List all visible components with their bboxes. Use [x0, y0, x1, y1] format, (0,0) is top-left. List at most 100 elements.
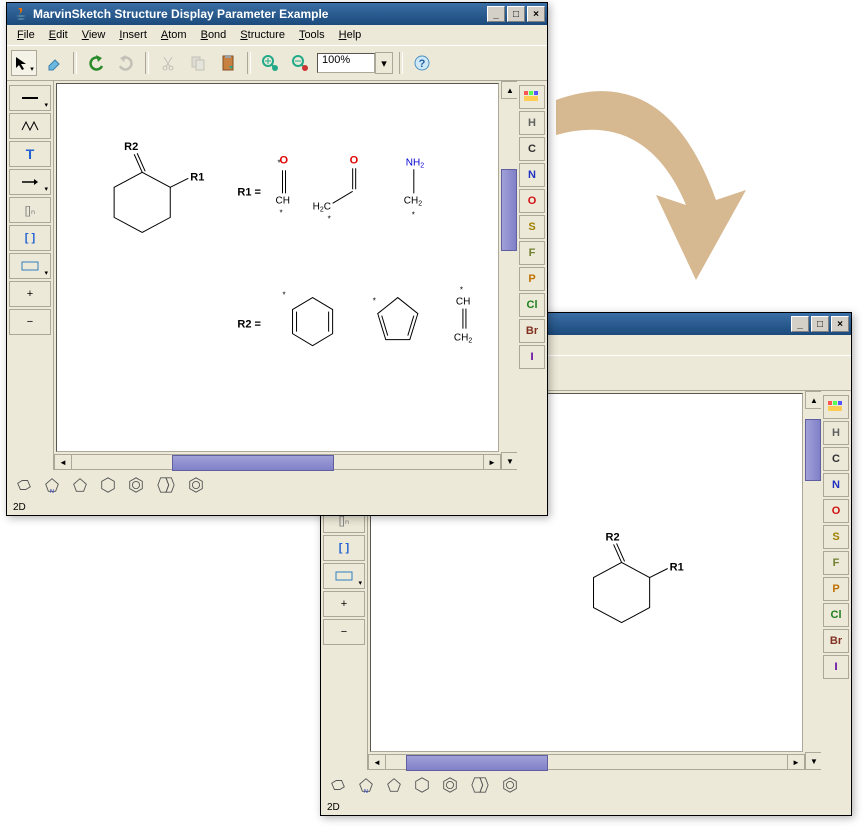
maximize-button[interactable]: □ [507, 6, 525, 22]
scroll-right-button[interactable]: ► [787, 754, 805, 770]
zoom-out-button[interactable] [287, 50, 313, 76]
horizontal-scrollbar[interactable]: ◄ ► [54, 454, 501, 470]
vertical-scrollbar[interactable]: ▲ ▼ [805, 391, 821, 770]
ring-cyclohexane-chair[interactable] [329, 776, 347, 794]
ring-benzene-alt[interactable] [187, 476, 205, 494]
ring-cyclohexane[interactable] [99, 476, 117, 494]
element-O[interactable]: O [519, 189, 545, 213]
ring-cyclohexane[interactable] [413, 776, 431, 794]
periodic-table-button[interactable] [519, 85, 545, 109]
ring-cyclopentane[interactable] [385, 776, 403, 794]
menu-view[interactable]: View [76, 27, 112, 43]
rgroup-tool[interactable]: []ₙ [9, 197, 51, 223]
ring-pyrrole[interactable]: N [357, 776, 375, 794]
charge-minus-tool[interactable]: − [323, 619, 365, 645]
transition-arrow [536, 80, 776, 300]
menu-bond[interactable]: Bond [195, 27, 233, 43]
text-tool[interactable]: T [9, 141, 51, 167]
title-bar[interactable]: MarvinSketch Structure Display Parameter… [7, 3, 547, 25]
element-Br[interactable]: Br [823, 629, 849, 653]
element-S[interactable]: S [823, 525, 849, 549]
bracket-tool[interactable]: [ ] [9, 225, 51, 251]
svg-text:CH2: CH2 [454, 333, 472, 345]
ring-benzene-alt[interactable] [501, 776, 519, 794]
element-O[interactable]: O [823, 499, 849, 523]
vertical-scrollbar[interactable]: ▲ ▼ [501, 81, 517, 470]
cut-button[interactable] [155, 50, 181, 76]
element-Br[interactable]: Br [519, 319, 545, 343]
element-P[interactable]: P [519, 267, 545, 291]
element-N[interactable]: N [823, 473, 849, 497]
ring-benzene[interactable] [127, 476, 145, 494]
element-Cl[interactable]: Cl [823, 603, 849, 627]
charge-minus-tool[interactable]: − [9, 309, 51, 335]
frame-tool[interactable] [9, 253, 51, 279]
svg-text:H2C: H2C [313, 201, 331, 213]
redo-button[interactable] [113, 50, 139, 76]
erase-tool[interactable] [41, 50, 67, 76]
bracket-tool[interactable]: [ ] [323, 535, 365, 561]
copy-button[interactable] [185, 50, 211, 76]
ring-pyrrole[interactable]: N [43, 476, 61, 494]
scroll-left-button[interactable]: ◄ [368, 754, 386, 770]
menu-insert[interactable]: Insert [113, 27, 153, 43]
element-H[interactable]: H [823, 421, 849, 445]
main-toolbar: ▾ 100% ▾ ? [7, 45, 547, 81]
periodic-table-button[interactable] [823, 395, 849, 419]
element-C[interactable]: C [519, 137, 545, 161]
minimize-button[interactable]: _ [791, 316, 809, 332]
undo-button[interactable] [83, 50, 109, 76]
menu-structure[interactable]: Structure [234, 27, 291, 43]
arrow-tool[interactable] [9, 169, 51, 195]
element-P[interactable]: P [823, 577, 849, 601]
svg-text:R2 =: R2 = [237, 319, 261, 331]
paste-button[interactable] [215, 50, 241, 76]
svg-text:N: N [364, 789, 368, 794]
svg-text:O: O [280, 154, 289, 166]
svg-text:*: * [460, 286, 463, 295]
help-button[interactable]: ? [409, 50, 435, 76]
element-I[interactable]: I [519, 345, 545, 369]
element-N[interactable]: N [519, 163, 545, 187]
element-H[interactable]: H [519, 111, 545, 135]
horizontal-scrollbar[interactable]: ◄ ► [368, 754, 805, 770]
menu-atom[interactable]: Atom [155, 27, 193, 43]
element-Cl[interactable]: Cl [519, 293, 545, 317]
frame-tool[interactable] [323, 563, 365, 589]
element-F[interactable]: F [823, 551, 849, 575]
chain-tool[interactable] [9, 113, 51, 139]
ring-benzene[interactable] [441, 776, 459, 794]
status-bar: 2D [321, 800, 851, 815]
zoom-input[interactable]: 100% [317, 53, 375, 73]
menu-help[interactable]: Help [333, 27, 368, 43]
ring-templates: N [7, 470, 547, 500]
ring-naphthalene[interactable] [155, 476, 177, 494]
bond-tool[interactable] [9, 85, 51, 111]
close-button[interactable]: × [831, 316, 849, 332]
svg-text:*: * [283, 291, 286, 300]
minimize-button[interactable]: _ [487, 6, 505, 22]
charge-plus-tool[interactable]: + [9, 281, 51, 307]
element-C[interactable]: C [823, 447, 849, 471]
element-S[interactable]: S [519, 215, 545, 239]
ring-cyclopentane[interactable] [71, 476, 89, 494]
menu-tools[interactable]: Tools [293, 27, 331, 43]
scroll-right-button[interactable]: ► [483, 454, 501, 470]
selection-tool[interactable]: ▾ [11, 50, 37, 76]
svg-text:O: O [350, 154, 359, 166]
element-F[interactable]: F [519, 241, 545, 265]
menu-file[interactable]: File [11, 27, 41, 43]
maximize-button[interactable]: □ [811, 316, 829, 332]
ring-naphthalene[interactable] [469, 776, 491, 794]
drawing-canvas[interactable]: R2 R1 R1 = * O CH * [56, 83, 499, 452]
element-toolbar: H C N O S F P Cl Br I [517, 81, 547, 470]
ring-cyclohexane-chair[interactable] [15, 476, 33, 494]
scroll-left-button[interactable]: ◄ [54, 454, 72, 470]
zoom-in-button[interactable] [257, 50, 283, 76]
element-I[interactable]: I [823, 655, 849, 679]
close-button[interactable]: × [527, 6, 545, 22]
zoom-field[interactable]: 100% ▾ [317, 52, 393, 74]
charge-plus-tool[interactable]: + [323, 591, 365, 617]
menu-edit[interactable]: Edit [43, 27, 74, 43]
zoom-dropdown[interactable]: ▾ [375, 52, 393, 74]
